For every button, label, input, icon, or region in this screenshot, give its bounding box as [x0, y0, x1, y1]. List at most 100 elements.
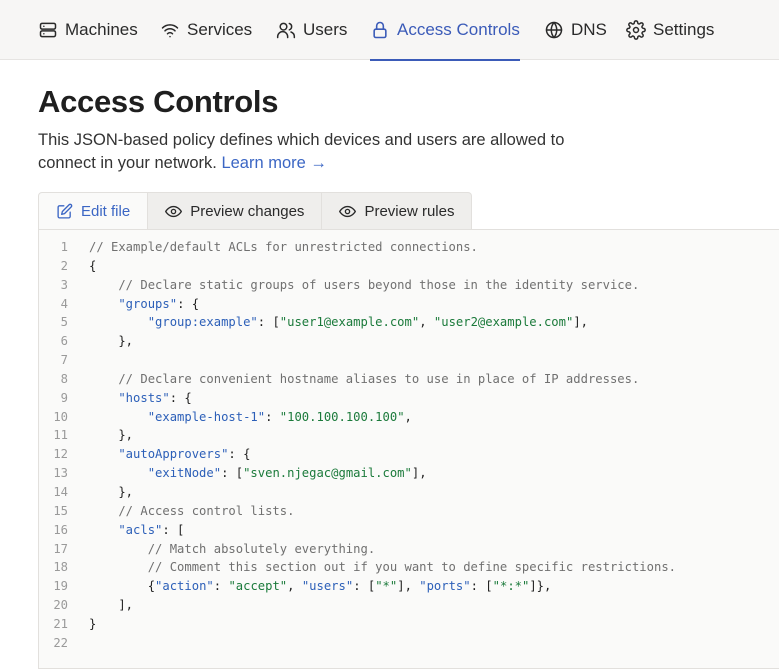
machines-icon [39, 22, 57, 38]
users-icon [276, 22, 296, 39]
code-text: // Declare convenient hostname aliases t… [89, 370, 639, 389]
code-token: // Example/default ACLs for unrestricted… [89, 240, 478, 254]
code-text: } [89, 615, 96, 634]
code-token: , [404, 409, 412, 424]
line-number: 14 [53, 484, 68, 499]
nav-item-label: Access Controls [397, 20, 520, 39]
code-text: // Declare static groups of users beyond… [89, 276, 639, 295]
code-token: "groups" [89, 296, 178, 311]
code-token: "user2@example.com" [433, 315, 574, 330]
code-token: "users" [301, 579, 354, 594]
code-token: "autoApprovers" [89, 447, 229, 462]
nav-item-label: Services [187, 20, 253, 39]
tab-preview-rules[interactable]: Preview rules [322, 192, 473, 230]
line-number: 21 [53, 616, 68, 631]
line-number: 8 [60, 371, 68, 386]
page-description: This JSON-based policy defines which dev… [38, 129, 598, 175]
code-text: "group:example": ["user1@example.com", "… [89, 313, 588, 332]
code-token: }, [89, 484, 134, 499]
nav-item-users[interactable]: Users [276, 0, 347, 60]
nav-item-machines[interactable]: Machines [38, 0, 138, 60]
eye-icon [165, 205, 183, 217]
code-text: // Match absolutely everything. [89, 540, 375, 559]
code-token: { [89, 258, 97, 273]
wifi-icon [161, 24, 179, 38]
page-title: Access Controls [38, 84, 279, 119]
code-token: "example-host-1" [89, 409, 266, 424]
code-token: : { [169, 390, 192, 405]
code-token: : { [228, 447, 251, 462]
nav-item-dns[interactable]: DNS [544, 0, 607, 60]
editor-tabs: Edit file Preview changes Preview rules [38, 192, 473, 230]
code-text: { [89, 257, 96, 276]
line-number: 10 [53, 409, 68, 424]
code-token: : [265, 409, 280, 424]
code-text: }, [89, 426, 133, 445]
nav-item-settings[interactable]: Settings [626, 0, 714, 60]
code-text: "acls": [ [89, 521, 184, 540]
code-token: // Comment this section out if you want … [89, 560, 676, 575]
code-token: , [419, 315, 434, 330]
code-token: , [287, 579, 302, 594]
code-token: "ports" [419, 579, 471, 594]
line-number: 12 [53, 447, 68, 462]
line-number: 4 [60, 296, 68, 311]
code-text: }, [89, 483, 133, 502]
code-text: "example-host-1": "100.100.100.100", [89, 408, 412, 427]
code-token: "group:example" [89, 315, 258, 330]
line-number: 9 [60, 390, 68, 405]
edit-icon [57, 203, 73, 219]
line-number: 17 [53, 541, 68, 556]
tab-preview-changes[interactable]: Preview changes [148, 192, 323, 230]
tab-label: Preview rules [364, 202, 455, 220]
code-text: {"action": "accept", "users": ["*"], "po… [89, 577, 552, 596]
line-number: 13 [53, 466, 68, 481]
code-token: ], [89, 598, 134, 613]
code-token: ], [397, 579, 420, 594]
code-token: }, [89, 334, 134, 349]
code-token: ], [411, 466, 427, 481]
nav-item-label: Settings [653, 20, 715, 39]
top-navigation: Machines Services Users Access Controls … [0, 0, 779, 61]
code-token: "action" [155, 579, 214, 594]
code-token: : { [177, 296, 200, 311]
code-text: "hosts": { [89, 389, 192, 408]
code-token: "accept" [228, 579, 288, 594]
code-token: : [ [257, 315, 280, 330]
nav-item-access-controls[interactable]: Access Controls [370, 0, 520, 61]
nav-item-label: DNS [571, 20, 607, 39]
nav-item-label: Users [303, 20, 348, 39]
code-editor[interactable]: 1 // Example/default ACLs for unrestricte… [38, 229, 779, 669]
nav-item-services[interactable]: Services [160, 0, 252, 60]
code-token: }, [89, 428, 134, 443]
code-token: // Match absolutely everything. [89, 541, 376, 556]
line-number: 19 [53, 579, 68, 594]
code-token: "exitNode" [89, 466, 222, 481]
nav-item-label: Machines [65, 20, 138, 39]
code-token: // Declare static groups of users beyond… [89, 277, 640, 292]
line-number: 1 [60, 240, 68, 254]
gear-icon [626, 20, 646, 40]
code-token: // Declare convenient hostname aliases t… [89, 371, 640, 386]
code-token: : [ [353, 579, 376, 594]
code-token: "acls" [89, 522, 163, 537]
code-token: "hosts" [89, 390, 170, 405]
code-token: "100.100.100.100" [279, 409, 405, 424]
code-text: }, [89, 332, 133, 351]
globe-icon [545, 21, 563, 39]
tab-label: Preview changes [190, 202, 305, 220]
line-number: 15 [53, 503, 68, 518]
code-text: "groups": { [89, 295, 199, 314]
code-token: : [ [221, 466, 244, 481]
code-token: "sven.njegac@gmail.com" [243, 466, 412, 481]
learn-more-link[interactable]: Learn more → [221, 154, 326, 172]
code-text: "exitNode": ["sven.njegac@gmail.com"], [89, 464, 427, 483]
code-token: // Access control lists. [89, 503, 295, 518]
code-token: ]}, [529, 579, 552, 594]
code-token: ], [573, 315, 588, 330]
line-number: 16 [53, 522, 68, 537]
line-number: 2 [60, 258, 68, 273]
tab-edit-file[interactable]: Edit file [38, 192, 149, 230]
eye-icon [339, 205, 357, 217]
code-text: // Example/default ACLs for unrestricted… [89, 238, 478, 257]
